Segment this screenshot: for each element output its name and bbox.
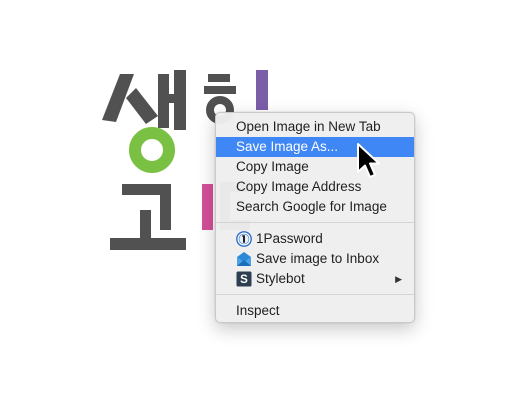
menu-item-label: Inspect	[236, 303, 280, 318]
svg-text:S: S	[240, 274, 248, 286]
menu-item-label: Save image to Inbox	[256, 251, 380, 266]
menu-item-label: Search Google for Image	[236, 199, 387, 214]
menu-item-stylebot[interactable]: S Stylebot ▶	[216, 269, 414, 289]
menu-item-inspect[interactable]: Inspect	[216, 301, 414, 321]
menu-item-label: Copy Image Address	[236, 179, 362, 194]
submenu-arrow-icon: ▶	[395, 274, 402, 284]
1password-icon	[236, 231, 252, 247]
inbox-icon	[236, 251, 252, 267]
menu-item-label: 1Password	[256, 231, 323, 246]
menu-item-label: Stylebot	[256, 271, 305, 286]
stylebot-icon: S	[236, 271, 252, 287]
menu-item-search-google-image[interactable]: Search Google for Image	[216, 197, 414, 217]
menu-item-label: Open Image in New Tab	[236, 119, 381, 134]
screen: Open Image in New Tab Save Image As... C…	[0, 0, 518, 404]
menu-item-copy-image-address[interactable]: Copy Image Address	[216, 177, 414, 197]
menu-item-save-image-as[interactable]: Save Image As...	[216, 137, 414, 157]
menu-item-open-image-new-tab[interactable]: Open Image in New Tab	[216, 117, 414, 137]
context-menu: Open Image in New Tab Save Image As... C…	[215, 112, 415, 323]
menu-item-save-image-to-inbox[interactable]: Save image to Inbox	[216, 249, 414, 269]
menu-item-label: Copy Image	[236, 159, 309, 174]
menu-separator	[216, 294, 414, 295]
menu-item-copy-image[interactable]: Copy Image	[216, 157, 414, 177]
menu-separator	[216, 222, 414, 223]
menu-item-1password[interactable]: 1Password	[216, 229, 414, 249]
menu-item-label: Save Image As...	[236, 139, 339, 154]
